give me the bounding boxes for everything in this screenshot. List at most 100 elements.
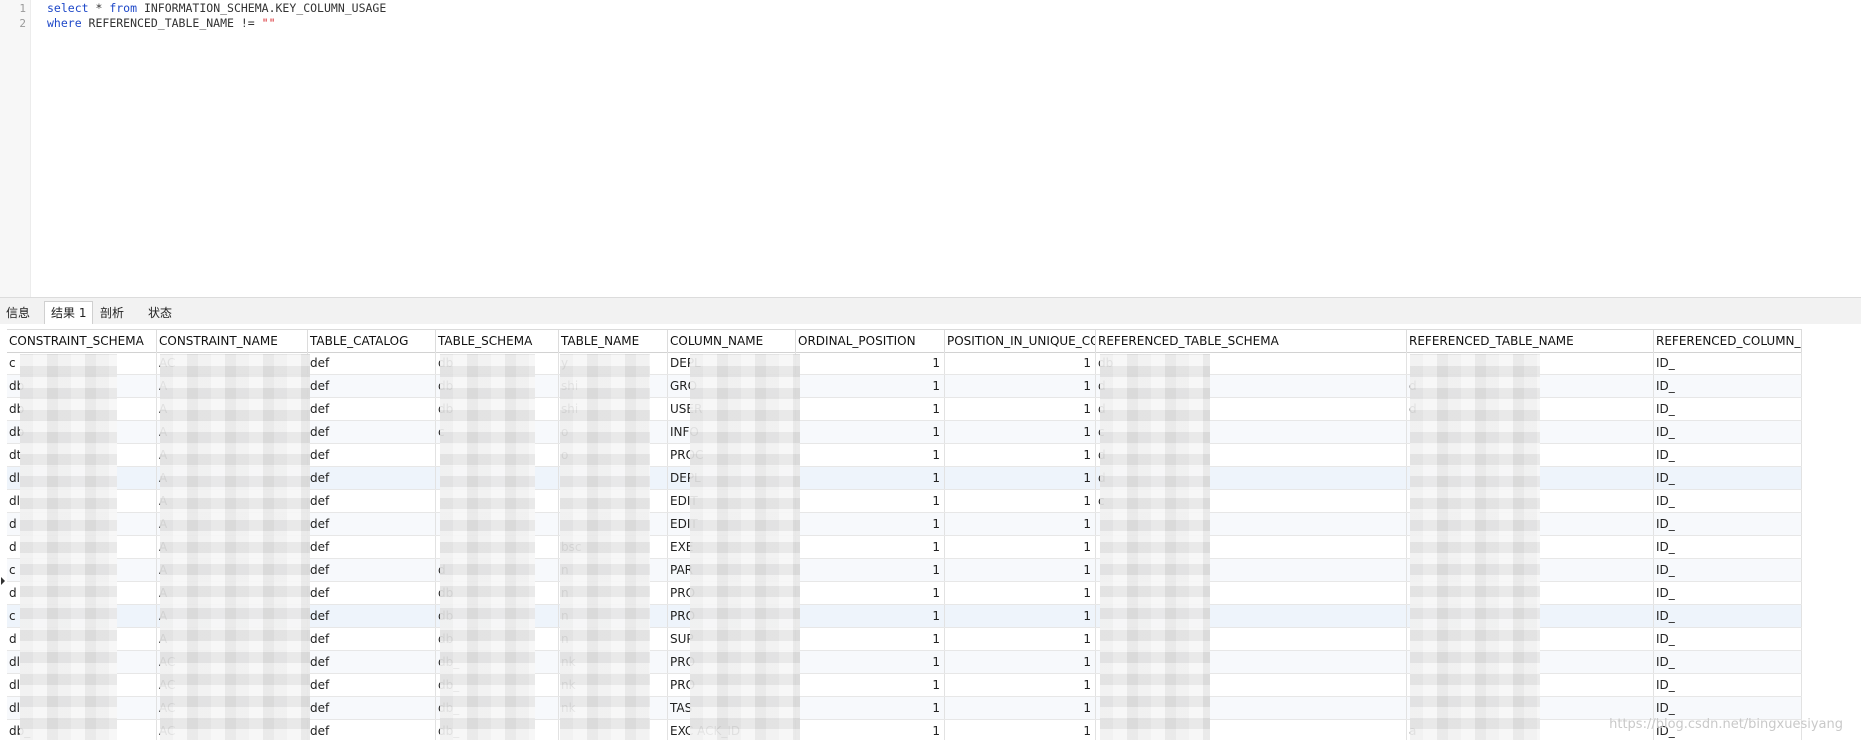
table-cell[interactable]: db_ — [436, 697, 559, 719]
table-cell[interactable]: dl — [7, 651, 157, 673]
table-cell[interactable]: db_ — [436, 651, 559, 673]
table-cell[interactable]: 1 — [796, 605, 945, 627]
table-cell[interactable]: PRO — [668, 651, 796, 673]
table-cell[interactable]: d — [1407, 375, 1654, 397]
table-cell[interactable]: 1 — [945, 674, 1096, 696]
table-cell[interactable]: EDIT — [668, 513, 796, 535]
table-cell[interactable]: 1 — [796, 513, 945, 535]
table-cell[interactable]: def — [308, 559, 436, 581]
table-cell[interactable] — [1096, 605, 1407, 627]
table-cell[interactable]: 1 — [796, 674, 945, 696]
table-cell[interactable]: ID_ — [1654, 536, 1802, 558]
table-cell[interactable]: n — [559, 559, 668, 581]
table-cell[interactable] — [436, 444, 559, 466]
table-cell[interactable]: db — [436, 582, 559, 604]
tab-info[interactable]: 信息 — [0, 302, 36, 324]
table-cell[interactable] — [559, 513, 668, 535]
table-cell[interactable]: def — [308, 628, 436, 650]
table-row[interactable]: d Adef EDIT 1 1 ID_ — [7, 513, 1802, 536]
table-cell[interactable]: 1 — [945, 605, 1096, 627]
table-cell[interactable]: ID_ — [1654, 605, 1802, 627]
table-cell[interactable]: 1 — [945, 467, 1096, 489]
table-cell[interactable]: 1 — [945, 651, 1096, 673]
table-cell[interactable]: d — [1096, 444, 1407, 466]
table-cell[interactable]: DEPL — [668, 467, 796, 489]
table-cell[interactable]: A — [157, 536, 308, 558]
table-cell[interactable]: y — [559, 352, 668, 374]
table-cell[interactable] — [1096, 674, 1407, 696]
table-cell[interactable]: d — [1096, 467, 1407, 489]
table-cell[interactable]: db_ — [7, 720, 157, 740]
table-cell[interactable] — [1407, 582, 1654, 604]
table-cell[interactable]: c — [7, 605, 157, 627]
table-cell[interactable] — [559, 720, 668, 740]
table-cell[interactable]: c — [1096, 490, 1407, 512]
table-cell[interactable]: db — [436, 398, 559, 420]
table-cell[interactable]: EXC ACK_ID — [668, 720, 796, 740]
table-cell[interactable]: 1 — [945, 536, 1096, 558]
table-cell[interactable]: n — [559, 582, 668, 604]
table-cell[interactable] — [1407, 605, 1654, 627]
table-cell[interactable] — [1096, 651, 1407, 673]
table-cell[interactable]: AC — [157, 697, 308, 719]
table-cell[interactable]: db — [7, 421, 157, 443]
table-cell[interactable]: dl — [7, 697, 157, 719]
table-cell[interactable]: ID_ — [1654, 513, 1802, 535]
table-cell[interactable]: n — [559, 605, 668, 627]
column-header[interactable]: CONSTRAINT_NAME — [157, 330, 308, 352]
table-cell[interactable] — [1407, 536, 1654, 558]
table-row[interactable]: db Adef c o INFO 1 1 c ID_ — [7, 421, 1802, 444]
table-cell[interactable]: A — [157, 421, 308, 443]
table-cell[interactable]: A — [157, 375, 308, 397]
table-cell[interactable]: 1 — [945, 582, 1096, 604]
table-row[interactable]: dl Adef EDIT 1 1 c ID_ — [7, 490, 1802, 513]
table-cell[interactable]: d — [7, 628, 157, 650]
table-cell[interactable]: TAS — [668, 697, 796, 719]
table-cell[interactable]: o — [559, 421, 668, 443]
code-line-1[interactable]: select * from INFORMATION_SCHEMA.KEY_COL… — [47, 1, 386, 16]
table-cell[interactable]: AC — [157, 720, 308, 740]
table-cell[interactable] — [1407, 651, 1654, 673]
table-cell[interactable]: def — [308, 651, 436, 673]
table-cell[interactable]: PAR — [668, 559, 796, 581]
table-cell[interactable]: ID_ — [1654, 651, 1802, 673]
table-row[interactable]: d Adef bsc EXE 1 1 ID_ — [7, 536, 1802, 559]
table-cell[interactable]: ID_ — [1654, 444, 1802, 466]
table-cell[interactable]: def — [308, 444, 436, 466]
table-cell[interactable]: def — [308, 398, 436, 420]
table-cell[interactable]: A — [157, 467, 308, 489]
table-cell[interactable]: 1 — [796, 375, 945, 397]
table-cell[interactable]: USER — [668, 398, 796, 420]
table-cell[interactable]: ID_ — [1654, 490, 1802, 512]
table-cell[interactable]: d — [7, 513, 157, 535]
table-row[interactable]: db Adef db shi GRO 1 1 d d ID_ — [7, 375, 1802, 398]
table-cell[interactable]: nk — [559, 674, 668, 696]
table-cell[interactable]: def — [308, 352, 436, 374]
table-cell[interactable]: dt — [7, 444, 157, 466]
table-cell[interactable]: PRO — [668, 605, 796, 627]
table-cell[interactable]: def — [308, 421, 436, 443]
table-cell[interactable]: 1 — [945, 444, 1096, 466]
table-cell[interactable]: ID_ — [1654, 375, 1802, 397]
table-cell[interactable]: AC — [157, 352, 308, 374]
table-cell[interactable]: 1 — [796, 352, 945, 374]
table-cell[interactable]: PROC — [668, 444, 796, 466]
table-cell[interactable] — [559, 467, 668, 489]
table-cell[interactable]: 1 — [796, 559, 945, 581]
column-header[interactable]: REFERENCED_COLUMN_NAME — [1654, 330, 1802, 352]
table-cell[interactable] — [1407, 559, 1654, 581]
table-row[interactable]: dl AC def db_ nk PRO 1 1 ID_ — [7, 674, 1802, 697]
table-row[interactable]: c AC def db y DEPL 1 1 db ID_ — [7, 352, 1802, 375]
table-cell[interactable]: def — [308, 605, 436, 627]
table-cell[interactable] — [436, 536, 559, 558]
table-cell[interactable] — [1407, 467, 1654, 489]
table-cell[interactable]: def — [308, 375, 436, 397]
table-cell[interactable]: 1 — [945, 352, 1096, 374]
table-cell[interactable]: 1 — [945, 697, 1096, 719]
column-header[interactable]: REFERENCED_TABLE_NAME — [1407, 330, 1654, 352]
table-cell[interactable]: ID_ — [1654, 421, 1802, 443]
table-cell[interactable]: o — [559, 444, 668, 466]
table-cell[interactable] — [1096, 720, 1407, 740]
result-grid[interactable]: CONSTRAINT_SCHEMA CONSTRAINT_NAME TABLE_CA… — [0, 324, 1861, 740]
table-cell[interactable] — [436, 467, 559, 489]
